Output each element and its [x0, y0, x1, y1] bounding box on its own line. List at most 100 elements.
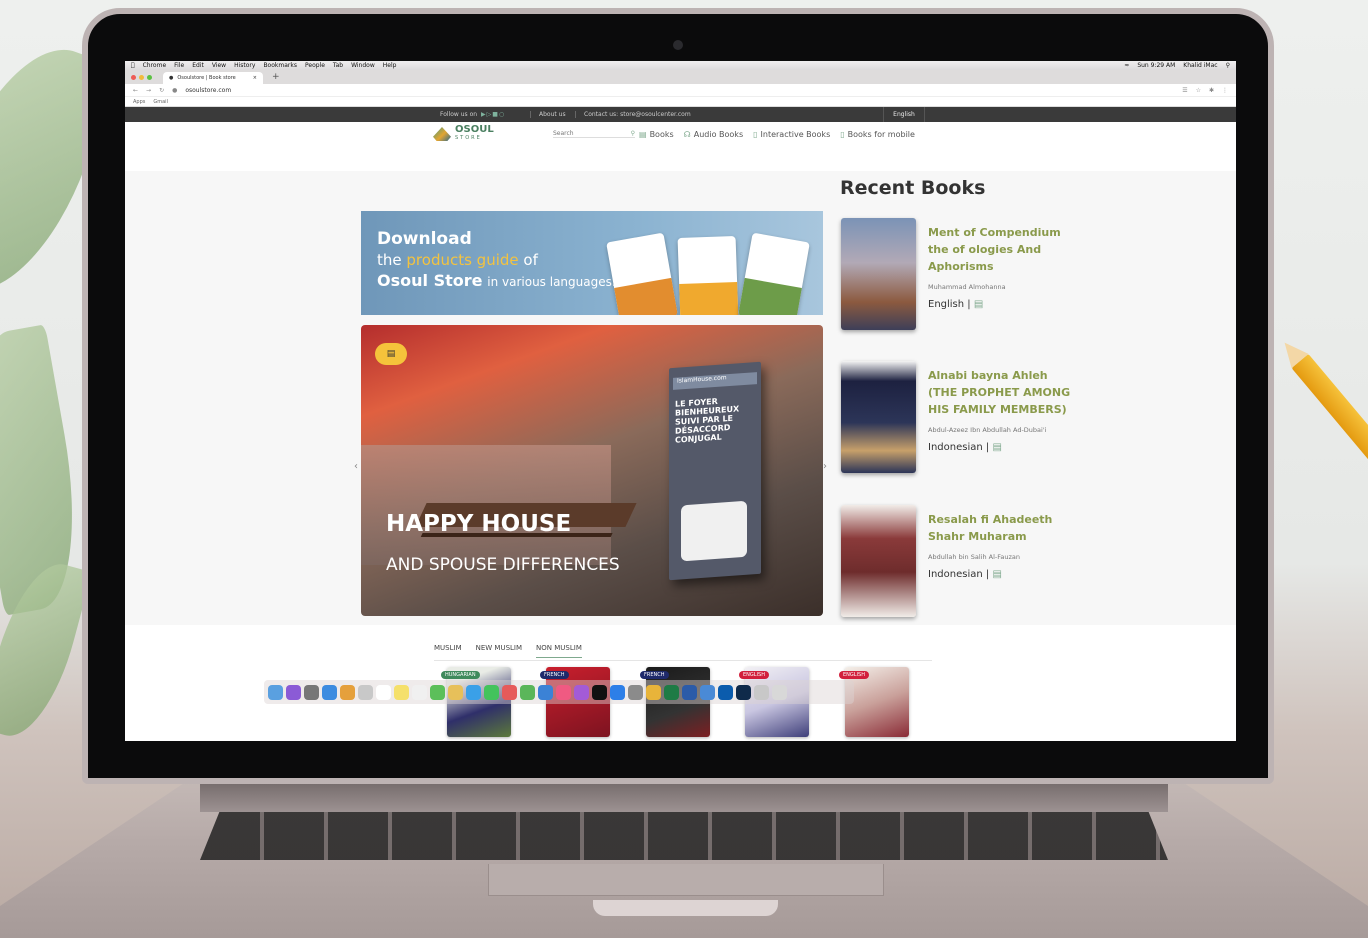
slider-next-icon[interactable]: › [823, 461, 827, 472]
language-badge: FRENCH [540, 671, 569, 679]
close-window-button[interactable] [131, 74, 136, 80]
nav-audio-label: Audio Books [693, 130, 744, 139]
mac-dock [264, 680, 854, 704]
book-title[interactable]: Resalah fi Ahadeeth Shahr Muharam [928, 511, 1078, 545]
safari-icon[interactable] [322, 684, 337, 700]
menu-dots-icon[interactable]: ⋮ [1222, 87, 1228, 94]
menu-item[interactable]: Tab [333, 62, 343, 69]
laptop-notch [593, 900, 778, 916]
menu-item[interactable]: View [212, 62, 226, 69]
zoom-window-button[interactable] [147, 74, 152, 80]
user-name[interactable]: Khalid iMac [1183, 62, 1217, 69]
wifi-icon[interactable]: ≈ [1124, 62, 1129, 69]
menu-item[interactable]: Chrome [143, 62, 167, 69]
menu-item[interactable]: History [234, 62, 255, 69]
calendar-icon[interactable] [376, 684, 391, 700]
nav-books-label: Books [649, 130, 674, 139]
back-icon[interactable]: ← [133, 87, 138, 94]
notes-icon[interactable] [394, 684, 409, 700]
tab-new-muslim[interactable]: NEW MUSLIM [476, 644, 522, 658]
photos-icon[interactable] [448, 684, 463, 700]
book-icon[interactable]: ▤ [974, 299, 983, 310]
menu-item[interactable]: Help [383, 62, 397, 69]
book-icon[interactable]: ▤ [992, 442, 1001, 453]
contacts-icon[interactable] [358, 684, 373, 700]
reminders-icon[interactable] [412, 684, 427, 700]
word-icon[interactable] [682, 684, 697, 700]
book-language: Indonesian | [928, 569, 990, 580]
download-guide-banner[interactable]: Download the products guide of Osoul Sto… [361, 211, 823, 315]
bookmark-gmail[interactable]: Gmail [153, 99, 168, 105]
extensions-icon[interactable]: ✱ [1209, 87, 1214, 94]
trello-icon[interactable] [718, 684, 733, 700]
new-tab-button[interactable]: + [266, 72, 286, 82]
siri-icon[interactable] [286, 684, 301, 700]
chrome-icon[interactable] [646, 684, 661, 700]
close-tab-icon[interactable]: × [253, 75, 257, 81]
slider-prev-icon[interactable]: ‹ [354, 461, 358, 472]
book-header: IslamHouse.com [673, 372, 757, 390]
apple-icon[interactable]:  [131, 62, 135, 69]
translate-icon[interactable]: ☰ [1182, 87, 1187, 94]
contact-link[interactable]: Contact us: store@osoulcenter.com [575, 111, 691, 118]
reload-icon[interactable]: ↻ [159, 87, 164, 94]
book-title[interactable]: Alnabi bayna Ahleh (THE PROPHET AMONG HI… [928, 367, 1078, 418]
search-icon[interactable]: ⚲ [631, 130, 635, 137]
tv-icon[interactable] [592, 684, 607, 700]
maps-icon[interactable] [430, 684, 445, 700]
forward-icon[interactable]: → [146, 87, 151, 94]
category-book[interactable]: ENGLISH [839, 667, 909, 737]
nav-mobile-books[interactable]: ▯ Books for mobile [840, 130, 915, 139]
slack-icon[interactable] [700, 684, 715, 700]
menu-item[interactable]: Edit [192, 62, 204, 69]
browser-tab[interactable]: ● Osoulstore | Book store × [163, 72, 263, 84]
book-cover[interactable] [841, 361, 916, 473]
tab-muslim[interactable]: MUSLIM [434, 644, 462, 658]
menu-item[interactable]: File [174, 62, 184, 69]
finder-icon[interactable] [268, 684, 283, 700]
nav-interactive-books[interactable]: ▯ Interactive Books [753, 130, 830, 139]
search-input[interactable]: Search ⚲ [553, 130, 635, 138]
nav-audio-books[interactable]: ☊ Audio Books [684, 130, 743, 139]
screen:  Chrome File Edit View History Bookmark… [125, 61, 1236, 741]
launchpad-icon[interactable] [304, 684, 319, 700]
facetime-icon[interactable] [484, 684, 499, 700]
url-field[interactable]: osoulstore.com [185, 87, 231, 94]
site-logo[interactable]: OSOUL STORE [433, 125, 494, 142]
downloads-icon[interactable] [754, 684, 769, 700]
clock[interactable]: Sun 9:29 AM [1137, 62, 1175, 69]
bookmark-apps[interactable]: Apps [133, 99, 145, 105]
favicon-icon: ● [169, 75, 174, 81]
about-link[interactable]: About us [530, 111, 566, 118]
book-cover[interactable] [841, 218, 916, 330]
social-icons[interactable]: ▶▷■○ [481, 111, 505, 118]
excel-icon[interactable] [664, 684, 679, 700]
nav-books[interactable]: ▤ Books [639, 130, 674, 139]
numbers-icon[interactable] [520, 684, 535, 700]
main-menu: ▤ Books ☊ Audio Books ▯ Interactive Books ▯… [639, 130, 915, 139]
tab-non-muslim[interactable]: NON MUSLIM [536, 644, 582, 658]
language-selector[interactable]: English [883, 107, 925, 122]
keynote-icon[interactable] [538, 684, 553, 700]
menu-item[interactable]: Window [351, 62, 375, 69]
system-preferences-icon[interactable] [628, 684, 643, 700]
book-cover[interactable] [841, 505, 916, 617]
book-icon[interactable]: ▤ [992, 569, 1001, 580]
music-icon[interactable] [556, 684, 571, 700]
minimize-window-button[interactable] [139, 74, 144, 80]
menu-item[interactable]: People [305, 62, 325, 69]
trash-icon[interactable] [772, 684, 787, 700]
messages-icon[interactable] [466, 684, 481, 700]
hero-slider[interactable]: ▤ IslamHouse.com LE FOYER BIENHEUREUX SU… [361, 325, 823, 616]
menu-item[interactable]: Bookmarks [263, 62, 297, 69]
podcasts-icon[interactable] [574, 684, 589, 700]
photoshop-icon[interactable] [736, 684, 751, 700]
banner-line-2-post: of [523, 251, 538, 269]
star-icon[interactable]: ☆ [1196, 87, 1201, 94]
mail-icon[interactable] [340, 684, 355, 700]
book-title[interactable]: Ment of Compendium the of ologies And Ap… [928, 224, 1078, 275]
app-store-icon[interactable] [610, 684, 625, 700]
trackpad [488, 864, 884, 896]
news-icon[interactable] [502, 684, 517, 700]
spotlight-icon[interactable]: ⚲ [1226, 62, 1230, 69]
